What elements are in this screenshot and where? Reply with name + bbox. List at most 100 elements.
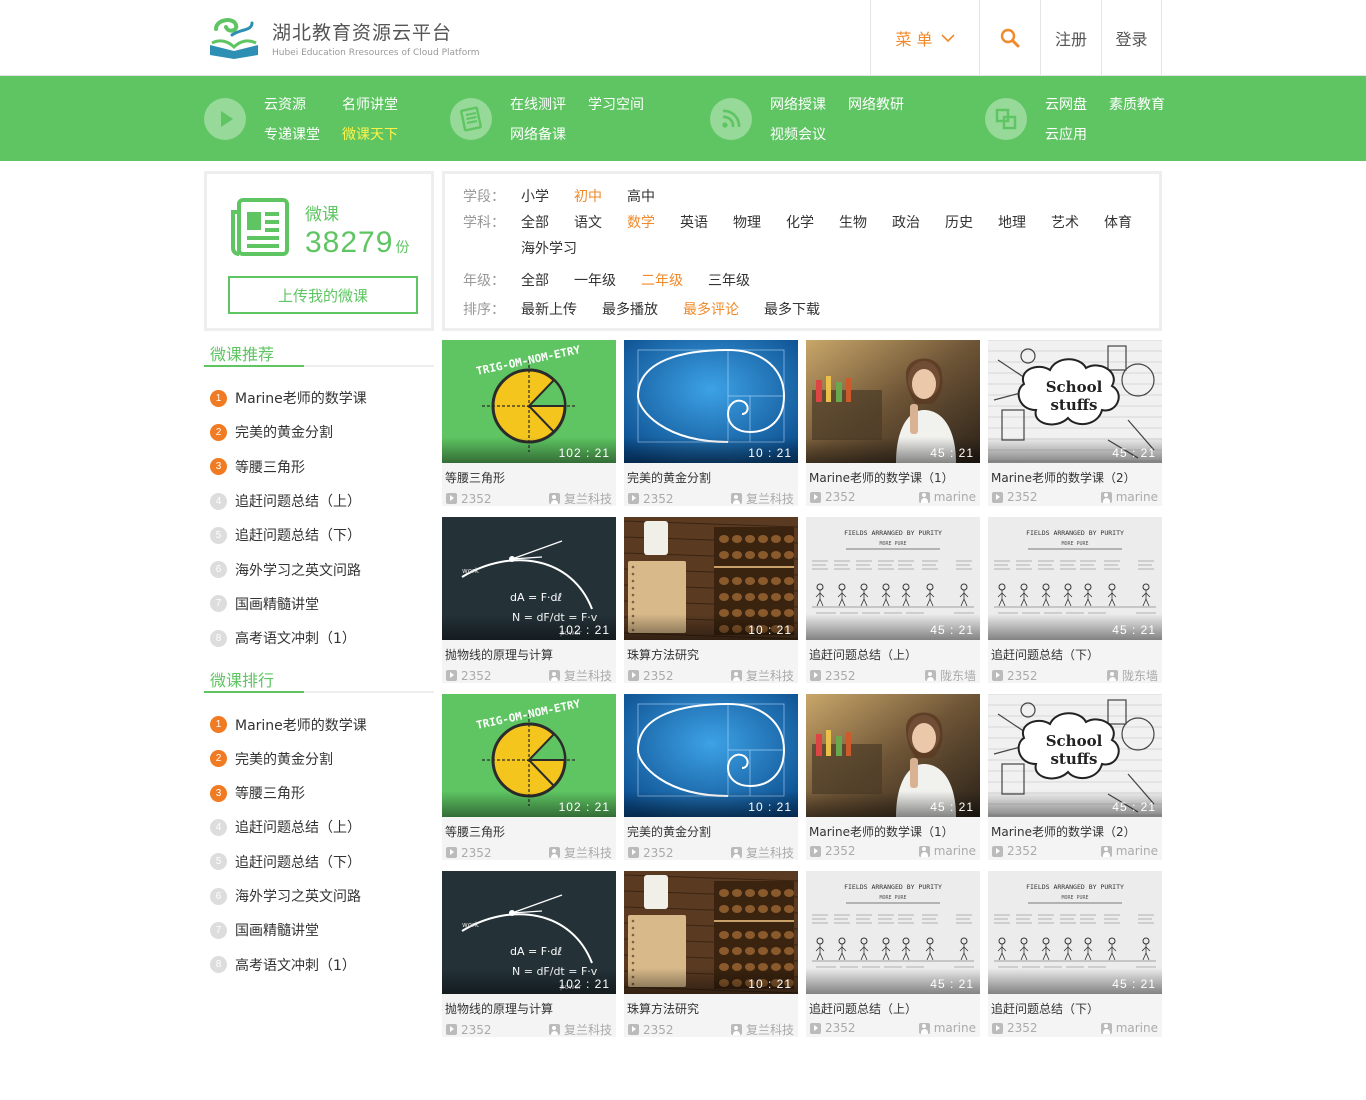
recommend-item[interactable]: 7 国画精髓讲堂 xyxy=(204,587,434,621)
video-title[interactable]: 抛物线的原理与计算 xyxy=(442,994,616,1017)
video-thumbnail[interactable]: TRIG-OM-NOM-ETRY 102 : 21 xyxy=(442,694,616,817)
ranking-item[interactable]: 8 高考语文冲刺（1） xyxy=(204,947,434,981)
recommend-item[interactable]: 1 Marine老师的数学课 xyxy=(204,381,434,415)
nav-link-famous-teachers[interactable]: 名师讲堂 xyxy=(342,94,398,114)
video-title[interactable]: 完美的黄金分割 xyxy=(624,463,798,486)
recommend-item[interactable]: 4 追赶问题总结（上） xyxy=(204,484,434,518)
ranking-item[interactable]: 4 追赶问题总结（上） xyxy=(204,810,434,844)
video-title[interactable]: 珠算方法研究 xyxy=(624,994,798,1017)
site-logo[interactable]: 湖北教育资源云平台 Hubei Education Rresources of … xyxy=(206,15,480,61)
recommend-item[interactable]: 6 海外学习之英文问路 xyxy=(204,552,434,586)
nav-link-delivery-class[interactable]: 专递课堂 xyxy=(264,124,320,144)
register-button[interactable]: 注册 xyxy=(1040,0,1101,76)
video-title[interactable]: Marine老师的数学课（2） xyxy=(988,817,1162,840)
filter-option[interactable]: 高中 xyxy=(627,184,655,210)
nav-link-cloud-apps[interactable]: 云应用 xyxy=(1045,124,1087,144)
nav-link-online-teaching[interactable]: 网络授课 xyxy=(770,94,826,114)
video-thumbnail[interactable]: FIELDS ARRANGED BY PURITY MORE PURE 45 :… xyxy=(988,871,1162,994)
video-title[interactable]: 追赶问题总结（下） xyxy=(988,994,1162,1017)
video-thumbnail[interactable]: School stuffs 45 : 21 xyxy=(988,694,1162,817)
video-card[interactable]: School stuffs 45 : 21 Marine老师的数学课（2） 2352 m… xyxy=(988,694,1162,860)
video-card[interactable]: work dA = F·dℓ N = dF/dt = F·v power102 … xyxy=(442,517,616,683)
video-title[interactable]: Marine老师的数学课（1） xyxy=(806,817,980,840)
filter-option[interactable]: 海外学习 xyxy=(521,236,577,262)
video-card[interactable]: 10 : 21 完美的黄金分割 2352 复兰科技 xyxy=(624,694,798,860)
video-card[interactable]: FIELDS ARRANGED BY PURITY MORE PURE 45 :… xyxy=(988,517,1162,683)
nav-link-quality-education[interactable]: 素质教育 xyxy=(1109,94,1165,114)
video-card[interactable]: 45 : 21 Marine老师的数学课（1） 2352 marine xyxy=(806,340,980,506)
recommend-item[interactable]: 2 完美的黄金分割 xyxy=(204,415,434,449)
filter-option[interactable]: 艺术 xyxy=(1051,210,1079,236)
filter-option[interactable]: 三年级 xyxy=(708,268,750,294)
video-card[interactable]: 10 : 21 珠算方法研究 2352 复兰科技 xyxy=(624,517,798,683)
ranking-item[interactable]: 3 等腰三角形 xyxy=(204,776,434,810)
filter-option[interactable]: 地理 xyxy=(998,210,1026,236)
filter-option[interactable]: 全部 xyxy=(521,210,549,236)
filter-option[interactable]: 语文 xyxy=(574,210,602,236)
video-card[interactable]: FIELDS ARRANGED BY PURITY MORE PURE 45 :… xyxy=(988,871,1162,1037)
nav-link-micro-lessons[interactable]: 微课天下 xyxy=(342,124,398,144)
menu-button[interactable]: 菜 单 xyxy=(870,0,979,76)
video-title[interactable]: 追赶问题总结（上） xyxy=(806,994,980,1017)
video-thumbnail[interactable]: TRIG-OM-NOM-ETRY 102 : 21 xyxy=(442,340,616,463)
video-title[interactable]: 追赶问题总结（上） xyxy=(806,640,980,663)
filter-option[interactable]: 最多评论 xyxy=(683,297,739,323)
video-card[interactable]: FIELDS ARRANGED BY PURITY MORE PURE 45 :… xyxy=(806,871,980,1037)
video-card[interactable]: 45 : 21 Marine老师的数学课（1） 2352 marine xyxy=(806,694,980,860)
filter-option[interactable]: 二年级 xyxy=(641,268,683,294)
filter-option[interactable]: 小学 xyxy=(521,184,549,210)
filter-option[interactable]: 数学 xyxy=(627,210,655,236)
video-card[interactable]: 10 : 21 完美的黄金分割 2352 复兰科技 xyxy=(624,340,798,506)
video-card[interactable]: work dA = F·dℓ N = dF/dt = F·v power102 … xyxy=(442,871,616,1037)
video-title[interactable]: Marine老师的数学课（1） xyxy=(806,463,980,486)
video-thumbnail[interactable]: 45 : 21 xyxy=(806,340,980,463)
video-thumbnail[interactable]: FIELDS ARRANGED BY PURITY MORE PURE 45 :… xyxy=(806,871,980,994)
upload-micro-lesson-button[interactable]: 上传我的微课 xyxy=(228,276,418,314)
video-thumbnail[interactable]: School stuffs 45 : 21 xyxy=(988,340,1162,463)
video-title[interactable]: Marine老师的数学课（2） xyxy=(988,463,1162,486)
video-thumbnail[interactable]: work dA = F·dℓ N = dF/dt = F·v power102 … xyxy=(442,871,616,994)
video-thumbnail[interactable]: 10 : 21 xyxy=(624,871,798,994)
nav-link-online-test[interactable]: 在线测评 xyxy=(510,94,566,114)
video-title[interactable]: 珠算方法研究 xyxy=(624,640,798,663)
recommend-item[interactable]: 3 等腰三角形 xyxy=(204,450,434,484)
filter-option[interactable]: 最多下载 xyxy=(764,297,820,323)
filter-option[interactable]: 英语 xyxy=(680,210,708,236)
video-title[interactable]: 追赶问题总结（下） xyxy=(988,640,1162,663)
video-thumbnail[interactable]: FIELDS ARRANGED BY PURITY MORE PURE 45 :… xyxy=(988,517,1162,640)
nav-link-learning-space[interactable]: 学习空间 xyxy=(588,94,644,114)
video-thumbnail[interactable]: 10 : 21 xyxy=(624,340,798,463)
video-title[interactable]: 完美的黄金分割 xyxy=(624,817,798,840)
recommend-item[interactable]: 8 高考语文冲刺（1） xyxy=(204,621,434,655)
nav-link-online-research[interactable]: 网络教研 xyxy=(848,94,904,114)
filter-option[interactable]: 生物 xyxy=(839,210,867,236)
recommend-item[interactable]: 5 追赶问题总结（下） xyxy=(204,518,434,552)
video-card[interactable]: TRIG-OM-NOM-ETRY 102 : 21 等腰三角形 2352 复兰科技 xyxy=(442,694,616,860)
video-card[interactable]: School stuffs 45 : 21 Marine老师的数学课（2） 2352 m… xyxy=(988,340,1162,506)
video-card[interactable]: TRIG-OM-NOM-ETRY 102 : 21 等腰三角形 2352 复兰科技 xyxy=(442,340,616,506)
video-thumbnail[interactable]: FIELDS ARRANGED BY PURITY MORE PURE 45 :… xyxy=(806,517,980,640)
video-title[interactable]: 等腰三角形 xyxy=(442,817,616,840)
ranking-item[interactable]: 6 海外学习之英文问路 xyxy=(204,879,434,913)
filter-option[interactable]: 最多播放 xyxy=(602,297,658,323)
video-thumbnail[interactable]: 10 : 21 xyxy=(624,517,798,640)
video-card[interactable]: 10 : 21 珠算方法研究 2352 复兰科技 xyxy=(624,871,798,1037)
login-button[interactable]: 登录 xyxy=(1101,0,1162,76)
video-card[interactable]: FIELDS ARRANGED BY PURITY MORE PURE 45 :… xyxy=(806,517,980,683)
filter-option[interactable]: 全部 xyxy=(521,268,549,294)
ranking-item[interactable]: 1 Marine老师的数学课 xyxy=(204,707,434,741)
filter-option[interactable]: 一年级 xyxy=(574,268,616,294)
ranking-item[interactable]: 2 完美的黄金分割 xyxy=(204,742,434,776)
video-thumbnail[interactable]: work dA = F·dℓ N = dF/dt = F·v power102 … xyxy=(442,517,616,640)
video-thumbnail[interactable]: 45 : 21 xyxy=(806,694,980,817)
nav-link-cloud-disk[interactable]: 云网盘 xyxy=(1045,94,1087,114)
nav-link-online-prep[interactable]: 网络备课 xyxy=(510,124,566,144)
search-button[interactable] xyxy=(979,0,1040,76)
ranking-item[interactable]: 7 国画精髓讲堂 xyxy=(204,913,434,947)
video-thumbnail[interactable]: 10 : 21 xyxy=(624,694,798,817)
filter-option[interactable]: 化学 xyxy=(786,210,814,236)
filter-option[interactable]: 初中 xyxy=(574,184,602,210)
video-title[interactable]: 等腰三角形 xyxy=(442,463,616,486)
nav-link-video-meeting[interactable]: 视频会议 xyxy=(770,124,826,144)
video-title[interactable]: 抛物线的原理与计算 xyxy=(442,640,616,663)
